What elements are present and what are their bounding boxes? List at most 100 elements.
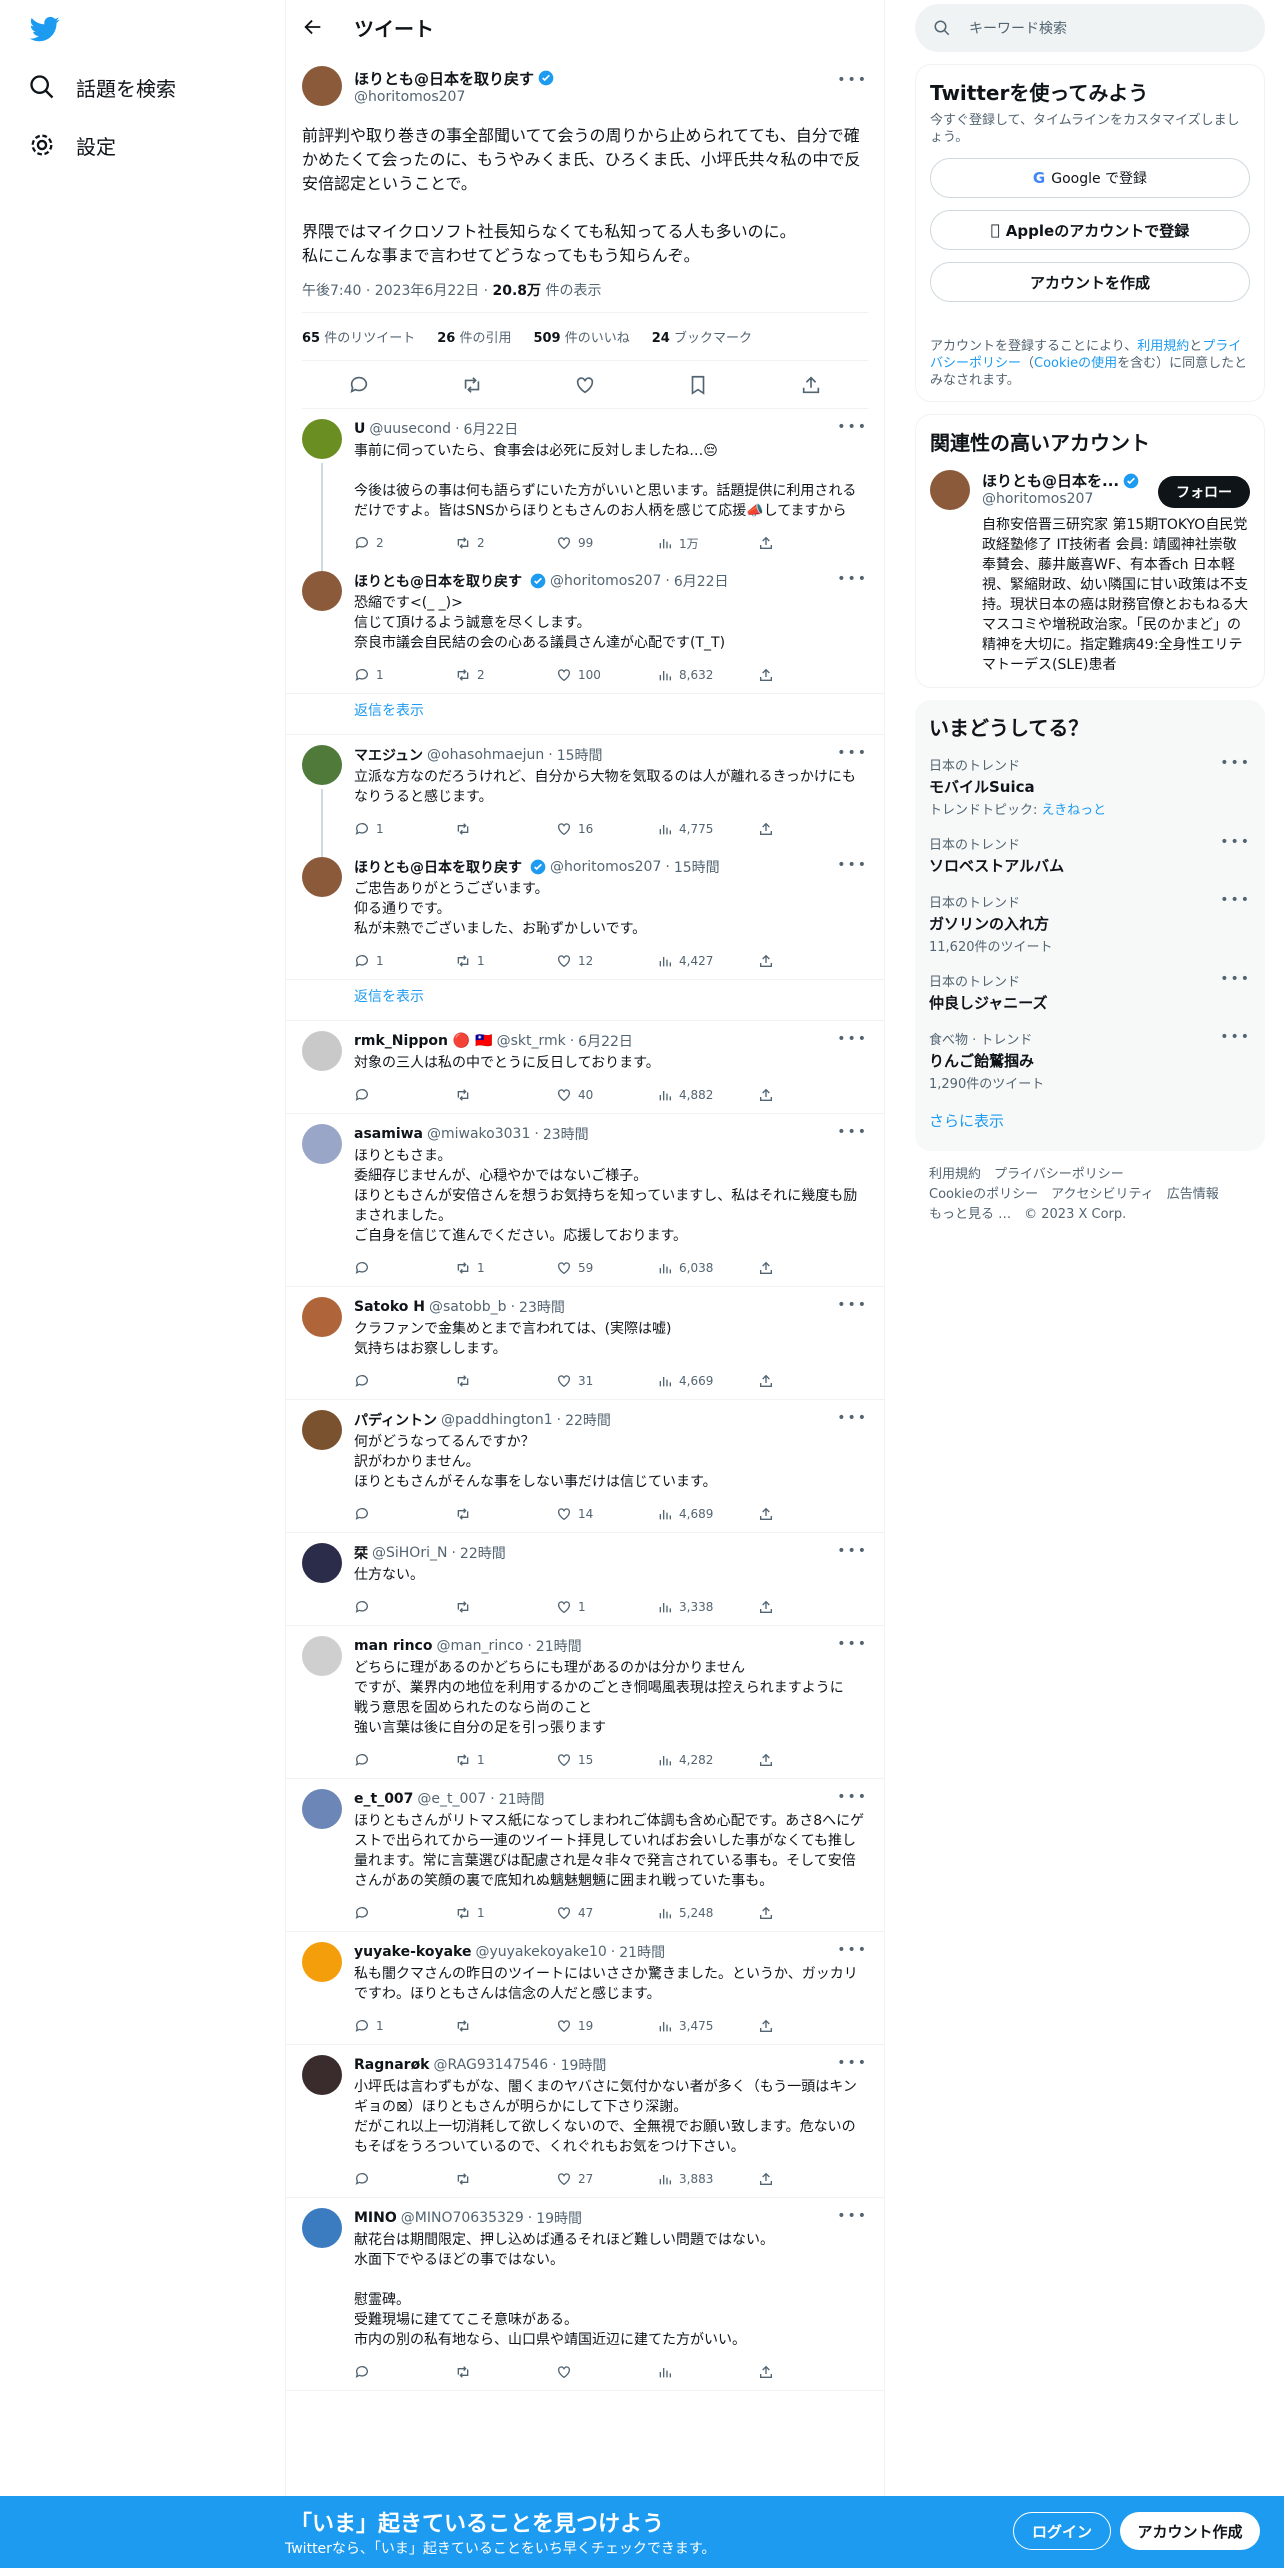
views-button[interactable]: 1万 bbox=[657, 535, 717, 552]
reply-button[interactable] bbox=[354, 2364, 414, 2380]
trend-item[interactable]: ••• 食べ物 · トレンド りんご飴鷲掴み 1,290件のツイート bbox=[929, 1021, 1251, 1100]
reply-tweet[interactable]: ••• Satoko H @satobb_b · 23時間 クラファンで金集めとまで言われ… bbox=[286, 1287, 884, 1400]
share-button[interactable] bbox=[758, 1506, 774, 1522]
more-icon[interactable]: ••• bbox=[837, 2055, 868, 2071]
more-icon[interactable]: ••• bbox=[1220, 892, 1251, 908]
more-icon[interactable]: ••• bbox=[837, 1124, 868, 1140]
views-button[interactable]: 3,883 bbox=[657, 2171, 717, 2187]
reply-button[interactable] bbox=[354, 1506, 414, 1522]
author-handle[interactable]: @horitomos207 bbox=[354, 89, 554, 105]
signup-button[interactable]: アカウント作成 bbox=[1120, 2512, 1260, 2550]
show-replies-link[interactable]: 返信を表示 bbox=[286, 694, 884, 735]
share-button[interactable] bbox=[758, 1752, 774, 1768]
show-replies-link[interactable]: 返信を表示 bbox=[286, 980, 884, 1021]
reply-date[interactable]: 23時間 bbox=[519, 1297, 565, 1317]
like-button[interactable]: 59 bbox=[556, 1260, 616, 1276]
avatar[interactable] bbox=[930, 470, 970, 510]
more-icon[interactable]: ••• bbox=[1220, 971, 1251, 987]
nav-explore[interactable]: 話題を検索 bbox=[28, 67, 176, 107]
reply-date[interactable]: 22時間 bbox=[460, 1543, 506, 1563]
avatar[interactable] bbox=[302, 1543, 342, 1583]
more-icon[interactable]: ••• bbox=[837, 419, 868, 435]
reply-author-handle[interactable]: @MINO70635329 bbox=[401, 2210, 524, 2226]
trend-item[interactable]: ••• 日本のトレンド ガソリンの入れ方 11,620件のツイート bbox=[929, 884, 1251, 963]
retweet-icon[interactable] bbox=[461, 374, 483, 396]
reply-date[interactable]: 6月22日 bbox=[578, 1031, 633, 1051]
like-button[interactable]: 14 bbox=[556, 1506, 616, 1522]
terms-link[interactable]: 利用規約 bbox=[1137, 339, 1189, 354]
reply-author-handle[interactable]: @satobb_b bbox=[429, 1299, 507, 1315]
retweet-stat[interactable]: 65 件のリツイート bbox=[302, 327, 415, 346]
more-icon[interactable]: ••• bbox=[837, 1789, 868, 1805]
footer-line-3[interactable]: もっと見る … © 2023 X Corp. bbox=[929, 1205, 1265, 1225]
more-icon[interactable]: ••• bbox=[837, 1410, 868, 1426]
avatar[interactable] bbox=[302, 1297, 342, 1337]
views-button[interactable]: 4,669 bbox=[657, 1373, 717, 1389]
reply-tweet[interactable]: ••• U @uusecond · 6月22日 事前に伺っていたら、食事会は必死に反対しま… bbox=[286, 409, 884, 575]
more-icon[interactable]: ••• bbox=[837, 571, 868, 587]
more-icon[interactable]: ••• bbox=[837, 745, 868, 761]
views-button[interactable]: 4,775 bbox=[657, 821, 717, 837]
share-button[interactable] bbox=[758, 1905, 774, 1921]
reply-author-handle[interactable]: @yuyakekoyake10 bbox=[475, 1944, 606, 1960]
google-signup-button[interactable]: G Google で登録 bbox=[930, 158, 1250, 198]
trend-item[interactable]: ••• 日本のトレンド モバイルSuica トレンドトピック: えきねっと bbox=[929, 747, 1251, 826]
apple-signup-button[interactable]: Appleのアカウントで登録 bbox=[930, 210, 1250, 250]
tweet-time[interactable]: 午後7:40 · 2023年6月22日 · bbox=[302, 283, 493, 299]
like-button[interactable]: 31 bbox=[556, 1373, 616, 1389]
like-button[interactable]: 100 bbox=[556, 667, 616, 683]
reply-author-handle[interactable]: @paddhington1 bbox=[441, 1412, 553, 1428]
views-button[interactable]: 4,427 bbox=[657, 953, 717, 969]
reply-author-name[interactable]: yuyake-koyake bbox=[354, 1944, 471, 1960]
reply-author-name[interactable]: MINO bbox=[354, 2210, 397, 2226]
reply-button[interactable] bbox=[354, 1752, 414, 1768]
retweet-button[interactable]: 2 bbox=[455, 535, 515, 551]
back-arrow-icon[interactable] bbox=[302, 16, 324, 38]
avatar[interactable] bbox=[302, 1789, 342, 1829]
reply-author-name[interactable]: 栞 bbox=[354, 1543, 368, 1563]
reply-date[interactable]: 21時間 bbox=[499, 1789, 545, 1809]
like-button[interactable] bbox=[556, 2364, 616, 2380]
share-button[interactable] bbox=[758, 667, 774, 683]
reply-author-name[interactable]: マエジュン bbox=[354, 745, 423, 765]
share-button[interactable] bbox=[758, 535, 774, 551]
reply-author-handle[interactable]: @RAG93147546 bbox=[434, 2057, 549, 2073]
reply-date[interactable]: 15時間 bbox=[557, 745, 603, 765]
reply-author-handle[interactable]: @skt_rmk bbox=[497, 1033, 566, 1049]
search-box[interactable]: キーワード検索 bbox=[915, 4, 1265, 52]
retweet-button[interactable]: 1 bbox=[455, 1752, 515, 1768]
reply-author-handle[interactable]: @SiHOri_N bbox=[372, 1545, 447, 1561]
reply-tweet[interactable]: ••• man rinco @man_rinco · 21時間 どちらに理があるのかどちら… bbox=[286, 1626, 884, 1779]
trend-item[interactable]: ••• 日本のトレンド ソロベストアルバム bbox=[929, 826, 1251, 884]
views-button[interactable]: 4,689 bbox=[657, 1506, 717, 1522]
avatar[interactable] bbox=[302, 1124, 342, 1164]
retweet-button[interactable] bbox=[455, 2171, 515, 2187]
reply-date[interactable]: 6月22日 bbox=[464, 419, 519, 439]
reply-author-name[interactable]: パディントン bbox=[354, 1410, 437, 1430]
reply-tweet[interactable]: ••• e_t_007 @e_t_007 · 21時間 ほりともさんがリトマス紙になってし… bbox=[286, 1779, 884, 1932]
reply-button[interactable] bbox=[354, 1905, 414, 1921]
like-button[interactable]: 1 bbox=[556, 1599, 616, 1615]
like-button[interactable]: 16 bbox=[556, 821, 616, 837]
reply-author-name[interactable]: man rinco bbox=[354, 1638, 432, 1654]
retweet-button[interactable] bbox=[455, 1087, 515, 1103]
retweet-button[interactable]: 1 bbox=[455, 953, 515, 969]
share-button[interactable] bbox=[758, 1599, 774, 1615]
views-button[interactable]: 6,038 bbox=[657, 1260, 717, 1276]
more-icon[interactable]: ••• bbox=[837, 72, 868, 88]
reply-author-handle[interactable]: @e_t_007 bbox=[417, 1791, 486, 1807]
retweet-button[interactable] bbox=[455, 821, 515, 837]
more-icon[interactable]: ••• bbox=[837, 2208, 868, 2224]
like-button[interactable]: 15 bbox=[556, 1752, 616, 1768]
more-icon[interactable]: ••• bbox=[837, 1031, 868, 1047]
avatar[interactable] bbox=[302, 571, 342, 611]
reply-author-name[interactable]: asamiwa bbox=[354, 1126, 423, 1142]
retweet-button[interactable] bbox=[455, 2364, 515, 2380]
more-icon[interactable]: ••• bbox=[837, 1297, 868, 1313]
search-input[interactable]: キーワード検索 bbox=[969, 18, 1067, 38]
like-button[interactable]: 12 bbox=[556, 953, 616, 969]
reply-author-name[interactable]: rmk_Nippon 🔴 🇹🇼 bbox=[354, 1033, 493, 1049]
avatar[interactable] bbox=[302, 66, 342, 106]
views-button[interactable]: 5,248 bbox=[657, 1905, 717, 1921]
retweet-button[interactable] bbox=[455, 1373, 515, 1389]
